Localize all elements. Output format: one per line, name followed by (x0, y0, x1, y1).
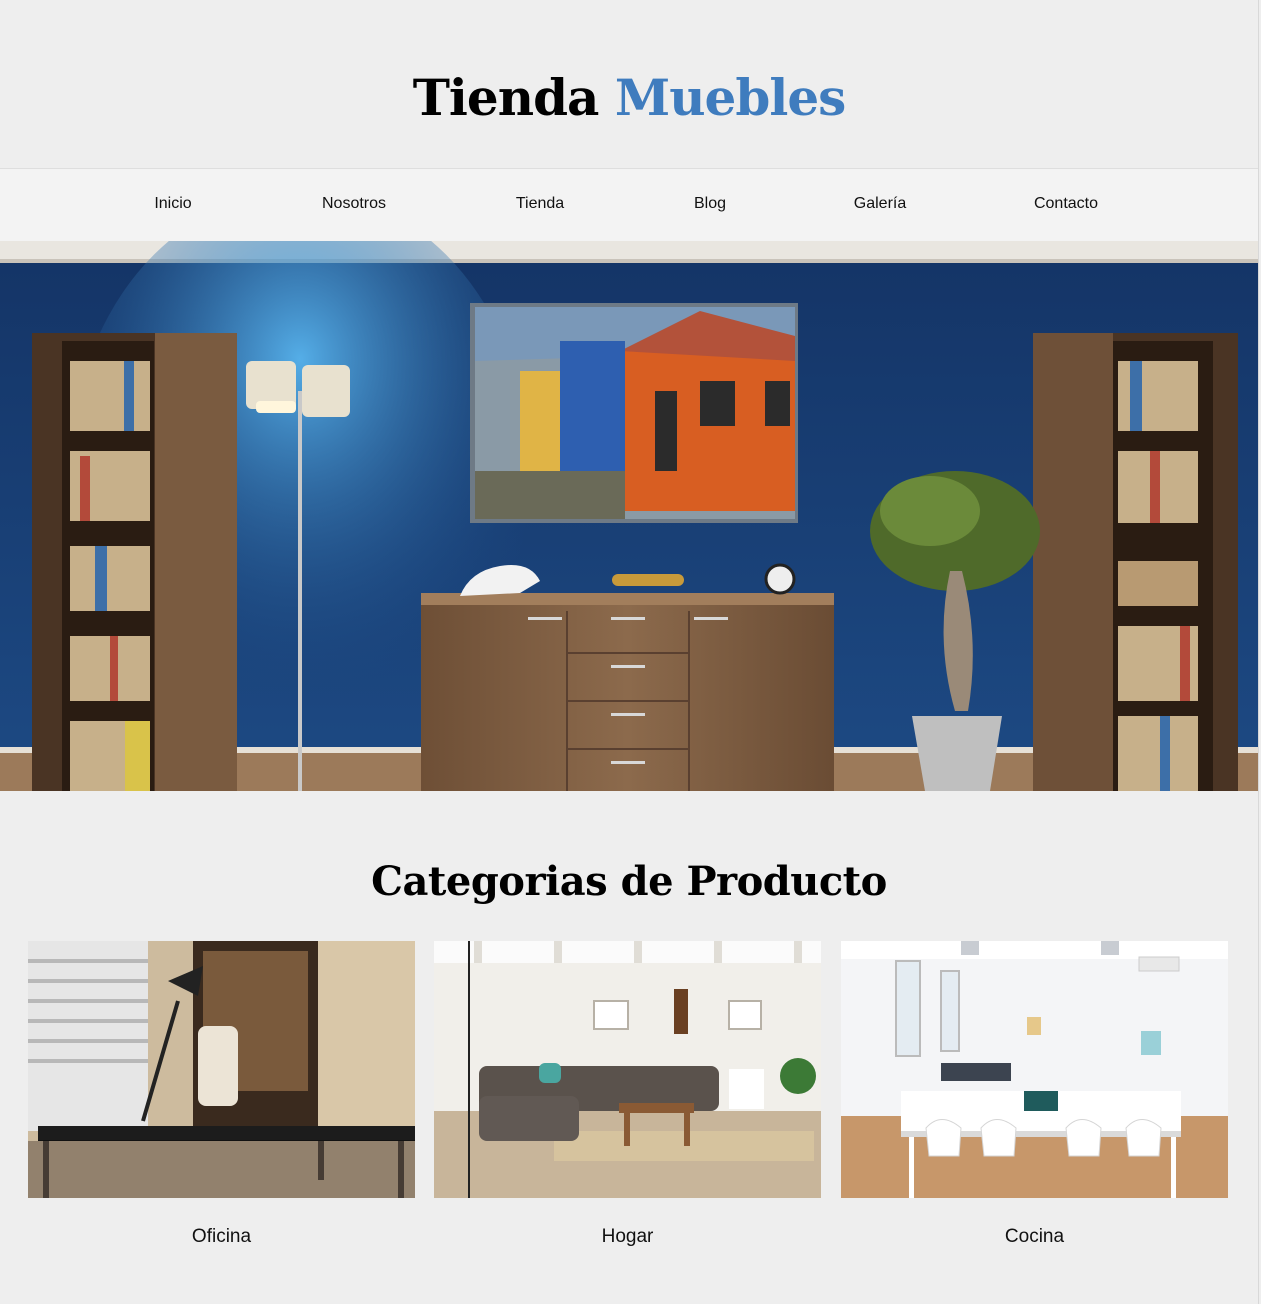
nav-item-blog[interactable]: Blog (694, 193, 726, 215)
nav-item-nosotros[interactable]: Nosotros (322, 193, 386, 215)
nav-item-inicio[interactable]: Inicio (154, 193, 191, 215)
category-label-cocina[interactable]: Cocina (841, 1225, 1228, 1249)
page-edge-line (1258, 0, 1259, 1304)
nav-item-galeria[interactable]: Galería (854, 193, 906, 215)
hero-banner (0, 241, 1258, 791)
category-card-oficina[interactable]: Oficina (28, 941, 415, 1247)
category-label-hogar[interactable]: Hogar (434, 1225, 821, 1249)
section-title: Categorias de Producto (371, 858, 887, 905)
brand-name: Tienda (412, 68, 600, 127)
category-label-oficina[interactable]: Oficina (28, 1225, 415, 1249)
category-card-cocina[interactable]: Cocina (841, 941, 1228, 1247)
site-title[interactable]: Tienda Muebles (0, 68, 1258, 128)
main-navigation: Inicio Nosotros Tienda Blog Galería Cont… (0, 168, 1258, 241)
brand-name-accent: Muebles (614, 68, 846, 127)
category-image-hogar[interactable] (434, 941, 821, 1198)
hero-image (0, 241, 1258, 791)
category-image-oficina[interactable] (28, 941, 415, 1198)
nav-item-contacto[interactable]: Contacto (1034, 193, 1098, 215)
category-image-cocina[interactable] (841, 941, 1228, 1198)
site-header: Tienda Muebles (0, 0, 1258, 168)
category-card-hogar[interactable]: Hogar (434, 941, 821, 1247)
nav-item-tienda[interactable]: Tienda (516, 193, 564, 215)
